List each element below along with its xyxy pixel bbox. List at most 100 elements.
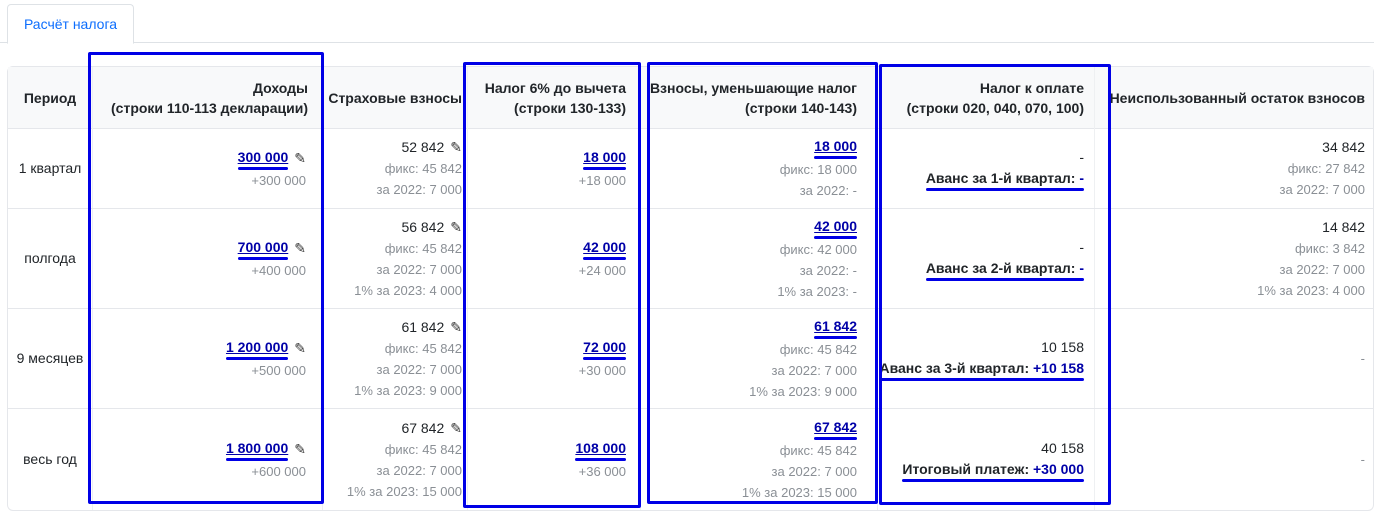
period-label: 1 квартал [18, 160, 82, 176]
income-link[interactable]: 700 000 [238, 237, 289, 258]
income-delta: +300 000 [251, 172, 306, 188]
reducing-cell: 18 000 фикс: 18 000 за 2022: - [640, 129, 877, 208]
to-pay-cell: - Аванс за 1-й квартал: - [877, 129, 1094, 208]
unused-total: 34 842 [1322, 139, 1365, 155]
unused-cell: 34 842 фикс: 27 842 за 2022: 7 000 [1094, 129, 1373, 208]
tab-tax-calculation[interactable]: Расчёт налога [7, 4, 134, 44]
tax6-delta: +24 000 [578, 262, 626, 278]
tax6-link[interactable]: 18 000 [583, 147, 626, 168]
unused-2022: за 2022: 7 000 [1279, 182, 1365, 197]
tax6-delta: +30 000 [578, 362, 626, 378]
header-income: Доходы (строки 110-113 декларации) [92, 67, 322, 129]
unused-total: 14 842 [1322, 218, 1365, 235]
reducing-link[interactable]: 42 000 [814, 216, 857, 237]
unused-1pct-2023: 1% за 2023: 4 000 [1257, 282, 1365, 298]
to-pay-value: - [1079, 148, 1084, 165]
insurance-2022: за 2022: 7 000 [376, 361, 462, 377]
tax6-link[interactable]: 72 000 [583, 337, 626, 358]
insurance-1pct-2023: 1% за 2023: 9 000 [354, 382, 462, 398]
reducing-1pct-2023: 1% за 2023: - [777, 283, 857, 299]
insurance-total: 52 842 [401, 139, 445, 155]
to-pay-cell: - Аванс за 2-й квартал: - [877, 209, 1094, 308]
reducing-2022: за 2022: 7 000 [771, 463, 857, 479]
insurance-1pct-2023: 1% за 2023: 15 000 [346, 483, 462, 499]
tax6-cell: 72 000 +30 000 [467, 309, 640, 408]
period-label: весь год [23, 451, 77, 467]
tax6-cell: 108 000 +36 000 [467, 409, 640, 510]
income-delta: +500 000 [251, 362, 306, 378]
reducing-fixed: фикс: 45 842 [779, 442, 857, 458]
final-payment-label: Итоговый платеж: [902, 460, 1030, 477]
income-cell: 700 000 ✎ +400 000 [92, 209, 322, 308]
income-link[interactable]: 1 800 000 [226, 438, 288, 459]
unused-cell: - [1094, 409, 1373, 510]
pencil-icon[interactable]: ✎ [450, 217, 462, 238]
insurance-1pct-2023: 1% за 2023: 4 000 [354, 282, 462, 298]
advance-label: Аванс за 3-й квартал: [879, 359, 1030, 376]
reducing-2022: за 2022: - [799, 262, 857, 278]
header-reducing: Взносы, уменьшающие налог (строки 140-14… [640, 67, 877, 129]
reducing-fixed: фикс: 42 000 [779, 241, 857, 257]
tax6-cell: 42 000 +24 000 [467, 209, 640, 308]
advance-amount: +10 158 [1033, 359, 1084, 376]
pencil-icon[interactable]: ✎ [294, 148, 306, 169]
advance-amount: - [1079, 169, 1084, 186]
pencil-icon[interactable]: ✎ [294, 338, 306, 359]
advance-amount: - [1079, 259, 1084, 276]
insurance-fixed: фикс: 45 842 [384, 441, 462, 457]
insurance-cell: 56 842 ✎ фикс: 45 842 за 2022: 7 000 1% з… [322, 209, 467, 308]
unused-cell: - [1094, 309, 1373, 408]
pencil-icon[interactable]: ✎ [294, 439, 306, 460]
reducing-fixed: фикс: 45 842 [779, 341, 857, 357]
insurance-2022: за 2022: 7 000 [376, 182, 462, 197]
unused-fixed: фикс: 3 842 [1294, 240, 1365, 256]
period-label: полгода [24, 250, 76, 266]
header-unused: Неиспользованный остаток взносов [1094, 67, 1373, 129]
reducing-link[interactable]: 67 842 [814, 417, 857, 438]
reducing-1pct-2023: 1% за 2023: 15 000 [741, 484, 857, 500]
period-cell: 9 месяцев [8, 309, 92, 408]
period-label: 9 месяцев [16, 350, 84, 366]
tax6-delta: +36 000 [578, 463, 626, 479]
to-pay-cell: 40 158 Итоговый платеж: +30 000 [877, 409, 1094, 510]
header-insurance: Страховые взносы [322, 67, 467, 129]
insurance-total: 67 842 [401, 419, 445, 436]
pencil-icon[interactable]: ✎ [294, 238, 306, 259]
pencil-icon[interactable]: ✎ [450, 317, 462, 338]
income-delta: +400 000 [251, 262, 306, 278]
to-pay-value: 40 158 [1041, 439, 1084, 456]
income-link[interactable]: 1 200 000 [226, 337, 288, 358]
header-tax6: Налог 6% до вычета (строки 130-133) [467, 67, 640, 129]
pencil-icon[interactable]: ✎ [450, 418, 462, 439]
insurance-total: 61 842 [401, 318, 445, 335]
tax6-link[interactable]: 42 000 [583, 237, 626, 258]
header-to-pay: Налог к оплате (строки 020, 040, 070, 10… [877, 67, 1094, 129]
unused-2022: за 2022: 7 000 [1279, 261, 1365, 277]
tax6-link[interactable]: 108 000 [575, 438, 626, 459]
tab-bar: Расчёт налога [0, 0, 1374, 44]
insurance-cell: 67 842 ✎ фикс: 45 842 за 2022: 7 000 1% з… [322, 409, 467, 510]
reducing-link[interactable]: 61 842 [814, 316, 857, 337]
insurance-cell: 61 842 ✎ фикс: 45 842 за 2022: 7 000 1% з… [322, 309, 467, 408]
insurance-fixed: фикс: 45 842 [384, 340, 462, 356]
reducing-fixed: фикс: 18 000 [779, 162, 857, 177]
to-pay-value: 10 158 [1041, 338, 1084, 355]
insurance-cell: 52 842 ✎ фикс: 45 842 за 2022: 7 000 [322, 129, 467, 208]
header-period: Период [8, 67, 92, 129]
pencil-icon[interactable]: ✎ [450, 137, 462, 158]
insurance-2022: за 2022: 7 000 [376, 462, 462, 478]
unused-fixed: фикс: 27 842 [1287, 161, 1365, 176]
advance-label: Аванс за 1-й квартал: [925, 169, 1076, 186]
to-pay-cell: 10 158 Аванс за 3-й квартал: +10 158 [877, 309, 1094, 408]
income-cell: 1 800 000 ✎ +600 000 [92, 409, 322, 510]
unused-total: - [1360, 452, 1365, 467]
reducing-1pct-2023: 1% за 2023: 9 000 [749, 383, 857, 399]
insurance-2022: за 2022: 7 000 [376, 261, 462, 277]
unused-total: - [1360, 351, 1365, 366]
reducing-link[interactable]: 18 000 [814, 136, 857, 157]
period-cell: весь год [8, 409, 92, 510]
period-cell: 1 квартал [8, 129, 92, 208]
tax6-delta: +18 000 [578, 172, 626, 188]
insurance-total: 56 842 [401, 218, 445, 235]
income-link[interactable]: 300 000 [238, 147, 289, 168]
